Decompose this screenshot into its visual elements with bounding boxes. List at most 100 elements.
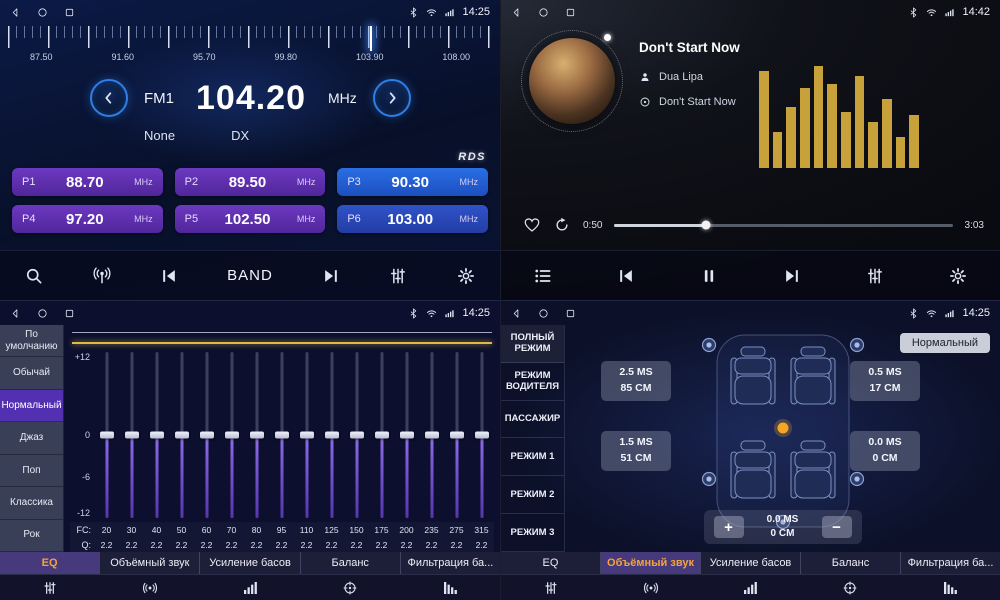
- tab-icon-surround[interactable]: [601, 575, 701, 600]
- eq-band-slider[interactable]: [369, 352, 394, 518]
- preset-p1[interactable]: P188.70MHz: [12, 168, 163, 196]
- previous-track-icon[interactable]: [616, 266, 636, 286]
- surround-mode-item[interactable]: РЕЖИМ ВОДИТЕЛЯ: [501, 363, 564, 401]
- eq-band-slider[interactable]: [394, 352, 419, 518]
- eq-band-slider[interactable]: [94, 352, 119, 518]
- audio-tab[interactable]: Объёмный звук: [601, 552, 701, 574]
- frequency-ruler[interactable]: 87.5091.6095.7099.80103.90108.00: [0, 26, 500, 72]
- eq-band-slider[interactable]: [194, 352, 219, 518]
- eq-band-slider[interactable]: [169, 352, 194, 518]
- decrease-delay-button[interactable]: −: [822, 516, 852, 538]
- eq-band-slider[interactable]: [319, 352, 344, 518]
- tab-icon-surround[interactable]: [100, 575, 200, 600]
- eq-band-slider[interactable]: [469, 352, 494, 518]
- eq-main: +120-6-12 FC: 20304050607080951101251501…: [64, 325, 500, 552]
- preset-p6[interactable]: P6103.00MHz: [337, 205, 488, 233]
- eq-preset-item[interactable]: Обычай: [0, 357, 63, 389]
- progress-thumb[interactable]: [701, 221, 710, 230]
- eq-preset-item[interactable]: Классика: [0, 487, 63, 519]
- favorite-icon[interactable]: [523, 216, 541, 234]
- back-icon[interactable]: [10, 7, 21, 18]
- eq-band-slider[interactable]: [419, 352, 444, 518]
- band-fc-value: 275: [444, 525, 469, 535]
- back-icon[interactable]: [511, 308, 522, 319]
- audio-tab[interactable]: Объёмный звук: [100, 552, 200, 574]
- pause-icon[interactable]: [699, 266, 719, 286]
- tab-icon-balance[interactable]: [800, 575, 900, 600]
- surround-mode-item[interactable]: РЕЖИМ 1: [501, 438, 564, 476]
- eq-band-slider[interactable]: [144, 352, 169, 518]
- eq-band-slider[interactable]: [244, 352, 269, 518]
- next-station-icon[interactable]: [321, 266, 341, 286]
- eq-preset-item[interactable]: Нормальный: [0, 390, 63, 422]
- playlist-icon[interactable]: [533, 266, 553, 286]
- settings-gear-icon[interactable]: [948, 266, 968, 286]
- home-icon[interactable]: [538, 308, 549, 319]
- surround-mode-item[interactable]: ПОЛНЫЙ РЕЖИМ: [501, 325, 564, 363]
- tab-icon-eq[interactable]: [0, 575, 100, 600]
- tune-down-button[interactable]: [90, 79, 128, 117]
- tab-icon-balance[interactable]: [300, 575, 400, 600]
- tab-icon-bass-boost[interactable]: [200, 575, 300, 600]
- seek-bar[interactable]: [614, 224, 952, 227]
- eq-band-slider[interactable]: [269, 352, 294, 518]
- tab-icon-eq[interactable]: [501, 575, 601, 600]
- eq-preset-item[interactable]: Джаз: [0, 422, 63, 454]
- band-fc-value: 70: [219, 525, 244, 535]
- previous-station-icon[interactable]: [159, 266, 179, 286]
- broadcast-icon[interactable]: [92, 266, 112, 286]
- home-icon[interactable]: [37, 7, 48, 18]
- eq-band-slider[interactable]: [119, 352, 144, 518]
- eq-band-slider[interactable]: [444, 352, 469, 518]
- band-fc-value: 235: [419, 525, 444, 535]
- eq-preset-item[interactable]: По умолчанию: [0, 325, 63, 357]
- recents-icon[interactable]: [565, 7, 576, 18]
- audio-tab[interactable]: Фильтрация ба...: [401, 552, 500, 574]
- home-icon[interactable]: [538, 7, 549, 18]
- next-track-icon[interactable]: [782, 266, 802, 286]
- eq-preset-item[interactable]: Рок: [0, 520, 63, 552]
- eq-band-slider[interactable]: [294, 352, 319, 518]
- preset-p2[interactable]: P289.50MHz: [175, 168, 326, 196]
- preset-p3[interactable]: P390.30MHz: [337, 168, 488, 196]
- recents-icon[interactable]: [64, 308, 75, 319]
- surround-mode-item[interactable]: РЕЖИМ 2: [501, 476, 564, 514]
- repeat-icon[interactable]: [553, 216, 571, 234]
- tab-icon-filter[interactable]: [900, 575, 1000, 600]
- surround-mode-item[interactable]: ПАССАЖИР: [501, 401, 564, 439]
- tab-icon-filter[interactable]: [400, 575, 500, 600]
- eq-band-slider[interactable]: [219, 352, 244, 518]
- audio-tab[interactable]: EQ: [501, 552, 601, 574]
- back-icon[interactable]: [10, 308, 21, 319]
- player-toolbar: [501, 250, 1000, 300]
- tab-icon-bass-boost[interactable]: [701, 575, 801, 600]
- band-q-value: 2.2: [344, 540, 369, 550]
- track-title: Don't Start Now: [639, 40, 740, 55]
- audio-tab[interactable]: EQ: [0, 552, 100, 574]
- eq-mixer-icon[interactable]: [865, 266, 885, 286]
- eq-mixer-icon[interactable]: [388, 266, 408, 286]
- audio-tab[interactable]: Усиление басов: [200, 552, 300, 574]
- eq-band-slider[interactable]: [344, 352, 369, 518]
- q-label: Q:: [70, 540, 94, 550]
- surround-mode-item[interactable]: РЕЖИМ 3: [501, 514, 564, 552]
- sound-profile-button[interactable]: Нормальный: [900, 333, 990, 353]
- audio-tab[interactable]: Баланс: [801, 552, 901, 574]
- settings-gear-icon[interactable]: [456, 266, 476, 286]
- eq-preset-item[interactable]: Поп: [0, 455, 63, 487]
- preset-p4[interactable]: P497.20MHz: [12, 205, 163, 233]
- home-icon[interactable]: [37, 308, 48, 319]
- audio-tab[interactable]: Усиление басов: [701, 552, 801, 574]
- search-icon[interactable]: [24, 266, 44, 286]
- audio-tab[interactable]: Баланс: [301, 552, 401, 574]
- band-button[interactable]: BAND: [227, 267, 273, 284]
- recents-icon[interactable]: [565, 308, 576, 319]
- tune-up-button[interactable]: [373, 79, 411, 117]
- preset-p5[interactable]: P5102.50MHz: [175, 205, 326, 233]
- delay-front-left: 2.5 MS 85 CM: [601, 361, 671, 401]
- recents-icon[interactable]: [64, 7, 75, 18]
- audio-tab[interactable]: Фильтрация ба...: [901, 552, 1000, 574]
- back-icon[interactable]: [511, 7, 522, 18]
- increase-delay-button[interactable]: +: [714, 516, 744, 538]
- rds-row: RDS: [0, 146, 500, 168]
